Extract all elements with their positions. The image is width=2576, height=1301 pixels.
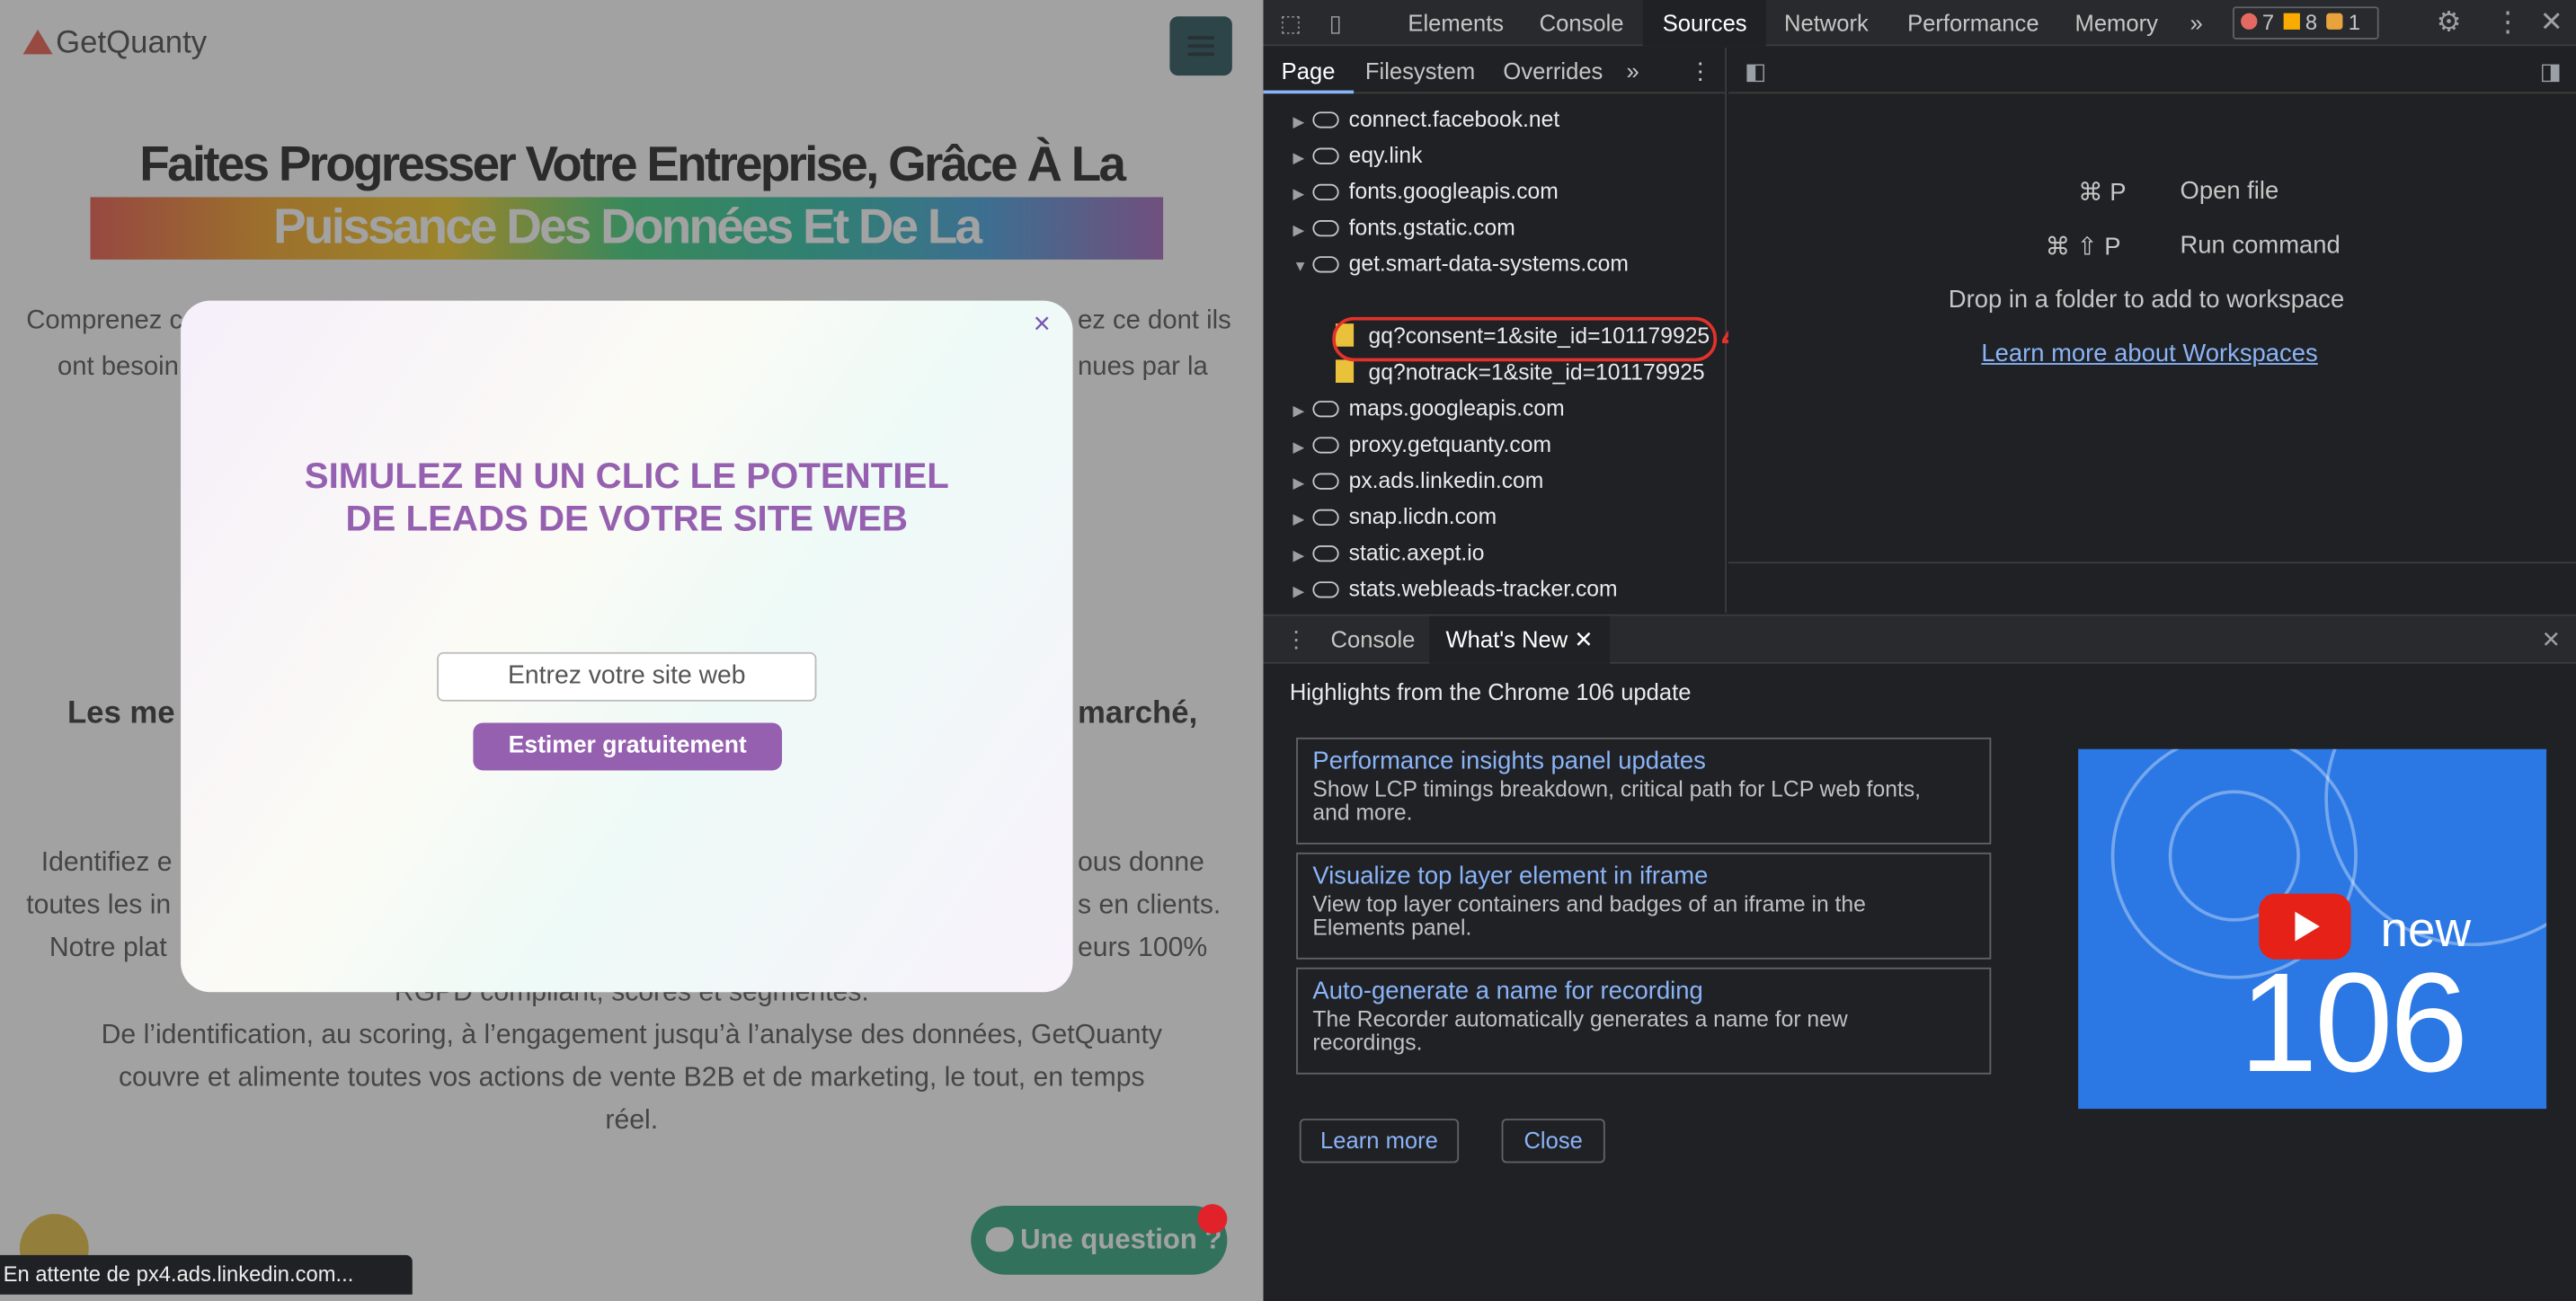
notification-dot	[1197, 1204, 1228, 1235]
more-tabs-icon[interactable]: »	[2190, 0, 2202, 46]
devtools-drawer: ⋮ Console What's New ✕ ✕ Highlights from…	[1263, 614, 2576, 1301]
navigator-tabs: Page Filesystem Overrides » ⋮	[1263, 48, 1728, 94]
drawer-toolbar: ⋮ Console What's New ✕ ✕	[1263, 615, 2576, 664]
file-icon	[1336, 359, 1355, 383]
expand-arrow-icon: ▶	[1292, 546, 1305, 564]
close-devtools-icon[interactable]: ✕	[2540, 0, 2563, 46]
cloud-icon	[1312, 147, 1339, 164]
expand-arrow-icon: ▶	[1292, 149, 1305, 166]
feature-link[interactable]: Auto-generate a name for recording	[1312, 976, 1975, 1009]
drawer-tab-console[interactable]: Console	[1331, 616, 1416, 664]
feature-card: Visualize top layer element in iframe Vi…	[1296, 852, 1992, 960]
issues-counter[interactable]: 781	[2232, 6, 2379, 40]
tab-memory[interactable]: Memory	[2075, 0, 2158, 46]
cloud-icon	[1312, 581, 1339, 598]
sources-editor: ◧ ◨ ⌘ P Open file ⌘ ⇧ P Run command Drop…	[1728, 48, 2576, 613]
more-nav-tabs-icon[interactable]: »	[1627, 48, 1639, 93]
drawer-menu-icon[interactable]: ⋮	[1284, 616, 1308, 664]
highlights-title: Highlights from the Chrome 106 update	[1289, 678, 1692, 705]
devtools-toolbar: ⬚ ▯ Elements Console Sources Network Per…	[1263, 0, 2576, 47]
tree-item-domain[interactable]: ▶ snap.licdn.com	[1292, 500, 1497, 535]
nav-tab-overrides[interactable]: Overrides	[1503, 48, 1603, 93]
cloud-icon	[1312, 473, 1339, 490]
expand-arrow-icon: ▶	[1292, 474, 1305, 491]
expand-arrow-icon: ▶	[1292, 113, 1305, 130]
issue-icon	[2327, 13, 2344, 30]
modal-title: SIMULEZ EN UN CLIC LE POTENTIEL DE LEADS …	[304, 455, 949, 539]
tab-console[interactable]: Console	[1540, 0, 1624, 46]
expand-arrow-icon: ▶	[1292, 510, 1305, 527]
settings-gear-icon[interactable]: ⚙	[2437, 0, 2462, 46]
inspect-element-icon[interactable]: ⬚	[1280, 0, 1301, 46]
tree-item-domain[interactable]: ▶ eqy.link	[1292, 138, 1422, 174]
cloud-icon	[1312, 509, 1339, 527]
expand-arrow-icon: ▶	[1292, 438, 1305, 456]
close-drawer-icon[interactable]: ✕	[2542, 616, 2561, 664]
more-options-icon[interactable]: ⋮	[2494, 0, 2522, 46]
browser-status-bar: En attente de px4.ads.linkedin.com...	[0, 1254, 413, 1295]
close-button[interactable]: Close	[1501, 1119, 1605, 1164]
navigator-menu-icon[interactable]: ⋮	[1689, 48, 1712, 93]
warning-icon	[2284, 13, 2301, 30]
tree-item-domain[interactable]: ▶ connect.facebook.net	[1292, 102, 1559, 137]
tree-item-domain[interactable]: ▶ px.ads.linkedin.com	[1292, 464, 1543, 500]
cloud-icon	[1312, 219, 1339, 237]
cloud-icon	[1312, 544, 1339, 562]
device-toolbar-icon[interactable]: ▯	[1329, 0, 1342, 46]
toggle-navigator-icon[interactable]: ◧	[1745, 48, 1766, 93]
cloud-icon	[1312, 437, 1339, 454]
editor-toolbar: ◧ ◨	[1728, 48, 2576, 94]
tab-performance[interactable]: Performance	[1907, 0, 2039, 46]
drawer-tab-whats-new[interactable]: What's New ✕	[1429, 615, 1611, 664]
tree-item-domain[interactable]: ▶ fonts.googleapis.com	[1292, 174, 1558, 210]
tree-item-domain[interactable]: ▶ stats.webleads-tracker.com	[1292, 571, 1617, 607]
open-file-link[interactable]: Open file	[2180, 177, 2278, 205]
collapse-arrow-icon: ▼	[1292, 258, 1308, 275]
cloud-icon	[1312, 183, 1339, 201]
tab-elements[interactable]: Elements	[1408, 0, 1504, 46]
estimate-button[interactable]: Estimer gratuitement	[473, 722, 783, 771]
tree-item-domain[interactable]: ▶ fonts.gstatic.com	[1292, 210, 1515, 246]
expand-arrow-icon: ▶	[1292, 402, 1305, 420]
run-command-link[interactable]: Run command	[2180, 232, 2340, 260]
video-version-label: 106	[2239, 944, 2468, 1102]
highlight-circle-annotation	[1332, 316, 1718, 362]
sources-navigator: Page Filesystem Overrides » ⋮ ▶ connect.f…	[1263, 48, 1742, 613]
expand-arrow-icon: ▶	[1292, 221, 1305, 239]
whats-new-video-thumbnail[interactable]: new 106	[2078, 748, 2547, 1110]
tree-item-domain[interactable]: ▶ maps.googleapis.com	[1292, 391, 1564, 427]
tree-item-domain[interactable]: ▶ proxy.getquanty.com	[1292, 427, 1551, 463]
shortcut-keys: ⌘ ⇧ P	[2045, 233, 2121, 261]
modal-close-icon[interactable]: ×	[1034, 307, 1051, 341]
error-icon	[2241, 13, 2258, 30]
close-tab-icon[interactable]: ✕	[1574, 626, 1593, 652]
cloud-icon	[1312, 111, 1339, 128]
learn-more-button[interactable]: Learn more	[1299, 1119, 1460, 1164]
feature-card: Auto-generate a name for recording The R…	[1296, 967, 1992, 1075]
nav-tab-page[interactable]: Page	[1263, 48, 1354, 94]
tab-sources[interactable]: Sources	[1642, 0, 1767, 47]
expand-arrow-icon: ▶	[1292, 185, 1305, 202]
tab-network[interactable]: Network	[1784, 0, 1869, 46]
feature-card: Performance insights panel updates Show …	[1296, 737, 1992, 845]
tree-item-domain[interactable]: ▶ static.axept.io	[1292, 535, 1484, 571]
website-viewport: GetQuanty Faites Progresser Votre Entrep…	[0, 0, 1264, 1301]
workspaces-link[interactable]: Learn more about Workspaces	[1981, 340, 2317, 367]
devtools-panel: ⬚ ▯ Elements Console Sources Network Per…	[1263, 0, 2576, 1301]
toggle-debugger-icon[interactable]: ◨	[2540, 48, 2562, 93]
expand-arrow-icon: ▶	[1292, 583, 1305, 600]
cloud-icon	[1312, 401, 1339, 418]
feature-link[interactable]: Performance insights panel updates	[1312, 746, 1975, 779]
tree-item-domain-expanded[interactable]: ▼ get.smart-data-systems.com	[1292, 246, 1628, 282]
lead-simulator-modal: × SIMULEZ EN UN CLIC LE POTENTIEL DE LEAD…	[181, 300, 1073, 993]
nav-tab-filesystem[interactable]: Filesystem	[1365, 48, 1475, 93]
website-url-input[interactable]	[437, 651, 817, 702]
feature-link[interactable]: Visualize top layer element in iframe	[1312, 861, 1975, 894]
drop-folder-text: Drop in a folder to add to workspace	[1948, 286, 2345, 314]
shortcut-keys: ⌘ P	[2078, 179, 2127, 208]
cloud-icon	[1312, 256, 1339, 273]
